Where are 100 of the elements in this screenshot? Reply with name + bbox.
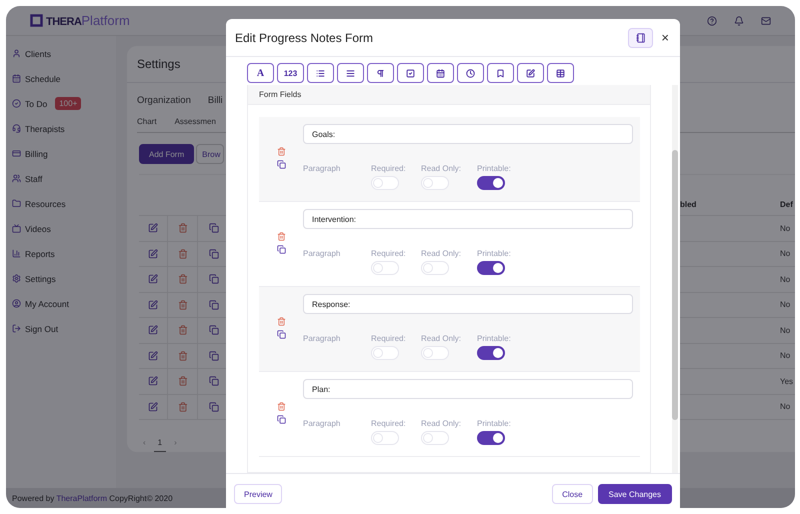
trash-icon[interactable]: [276, 402, 286, 411]
edit-icon[interactable]: [148, 248, 158, 259]
table-cell-text: No: [780, 350, 792, 362]
bookmark-button[interactable]: [487, 63, 514, 83]
copy-icon[interactable]: [209, 376, 219, 386]
copy-icon[interactable]: [209, 300, 219, 310]
list-button[interactable]: [307, 63, 334, 83]
copy-icon[interactable]: [276, 415, 286, 424]
trash-icon[interactable]: [178, 248, 188, 259]
calendar-icon: [436, 68, 445, 78]
edit-icon[interactable]: [148, 223, 158, 234]
checkbox-icon: [406, 68, 415, 78]
toggle-switch[interactable]: [477, 431, 505, 445]
sidebar-item[interactable]: Therapists: [12, 116, 116, 141]
add-form-button[interactable]: Add Form: [139, 144, 194, 164]
trash-icon[interactable]: [178, 376, 188, 386]
tab[interactable]: Chart: [137, 117, 157, 126]
trash-icon[interactable]: [178, 223, 188, 234]
number-field-button[interactable]: 123: [277, 63, 304, 83]
calendar-button[interactable]: [427, 63, 454, 83]
label-input-field[interactable]: Plan:: [303, 379, 633, 399]
sidebar-item[interactable]: Schedule: [12, 66, 116, 91]
close-button[interactable]: ×: [659, 30, 671, 45]
toggle-switch[interactable]: [477, 176, 505, 190]
preview-button[interactable]: Preview: [234, 484, 282, 504]
copy-icon[interactable]: [276, 330, 286, 339]
checkbox-button[interactable]: [397, 63, 424, 83]
mail-icon[interactable]: [761, 16, 771, 26]
trash-icon[interactable]: [178, 300, 188, 310]
sidebar-item[interactable]: Billing: [12, 141, 116, 166]
lines-button[interactable]: [337, 63, 364, 83]
trash-icon[interactable]: [276, 147, 286, 156]
sidebar-item[interactable]: Staff: [12, 166, 116, 191]
trash-icon[interactable]: [276, 232, 286, 241]
sidebar-item[interactable]: Sign Out: [12, 316, 116, 341]
copy-icon[interactable]: [276, 245, 286, 254]
sidebar-item[interactable]: Resources: [12, 191, 116, 216]
sidebar-item[interactable]: Settings: [12, 266, 116, 291]
count-badge: 100+: [55, 97, 82, 110]
tab[interactable]: Billi: [208, 95, 223, 106]
trash-icon[interactable]: [178, 350, 188, 361]
tab[interactable]: Assessmen: [174, 117, 216, 126]
copy-icon[interactable]: [209, 325, 219, 336]
notebook-button[interactable]: [628, 28, 654, 48]
text-field-button[interactable]: A: [247, 63, 274, 83]
nav-icon: [12, 174, 21, 183]
pilcrow-button[interactable]: [367, 63, 394, 83]
toggle-switch[interactable]: [477, 346, 505, 360]
sidebar-item[interactable]: My Account: [12, 291, 116, 316]
trash-icon[interactable]: [276, 317, 286, 326]
toggle-switch[interactable]: [477, 261, 505, 275]
tab[interactable]: Organization: [137, 95, 191, 106]
sidebar-item[interactable]: Videos: [12, 216, 116, 241]
label-input-field[interactable]: Response:: [303, 294, 633, 314]
table-cell-text: No: [780, 299, 792, 312]
nav-icon: [12, 74, 21, 83]
toggle-label: Required:: [371, 334, 407, 343]
edit-icon[interactable]: [148, 325, 158, 336]
browse-button[interactable]: Brow: [196, 144, 224, 164]
edit-icon[interactable]: [148, 350, 158, 361]
edit-icon[interactable]: [148, 402, 158, 412]
sidebar-item[interactable]: To Do 100+: [12, 91, 116, 116]
edit-button[interactable]: [517, 63, 544, 83]
clock-button[interactable]: [457, 63, 484, 83]
trash-icon[interactable]: [178, 402, 188, 412]
copy-icon[interactable]: [209, 274, 219, 284]
copy-icon[interactable]: [209, 248, 219, 259]
bell-icon[interactable]: [734, 16, 744, 26]
logo-icon: [30, 14, 43, 27]
table-cell-text: No: [780, 324, 792, 337]
sidebar-item[interactable]: Clients: [12, 41, 116, 66]
edit-icon[interactable]: [148, 300, 158, 310]
brand-link[interactable]: TheraPlatform: [56, 494, 108, 502]
close-button[interactable]: Close: [552, 484, 593, 504]
nav-icon: [12, 49, 21, 58]
label-input-field[interactable]: Goals:: [303, 124, 633, 144]
trash-icon[interactable]: [178, 325, 188, 336]
save-changes-button[interactable]: Save Changes: [598, 484, 672, 504]
help-icon[interactable]: [707, 16, 717, 26]
table-cell-text: No: [780, 222, 792, 235]
toggle-label: Read Only:: [421, 419, 462, 428]
copy-icon[interactable]: [209, 402, 219, 412]
label-input-field[interactable]: Intervention:: [303, 209, 633, 229]
copy-icon[interactable]: [209, 350, 219, 361]
edit-icon[interactable]: [148, 274, 158, 284]
clock-icon: [466, 68, 475, 78]
edit-icon[interactable]: [148, 376, 158, 386]
table-button[interactable]: [547, 63, 574, 83]
trash-icon[interactable]: [178, 274, 188, 284]
section-title: Form Fields: [248, 85, 650, 105]
copy-icon[interactable]: [276, 160, 286, 169]
sidebar-item[interactable]: Reports: [12, 241, 116, 266]
table-cell-text: Yes: [780, 376, 794, 388]
toggle-label: Required:: [371, 164, 407, 173]
page-number[interactable]: 1: [154, 438, 166, 452]
copy-icon[interactable]: [209, 223, 219, 234]
field-type: Paragraph: [303, 419, 342, 430]
scrollbar[interactable]: [672, 85, 678, 473]
toggle-label: Read Only:: [421, 164, 462, 173]
column-header: Def: [780, 199, 794, 211]
